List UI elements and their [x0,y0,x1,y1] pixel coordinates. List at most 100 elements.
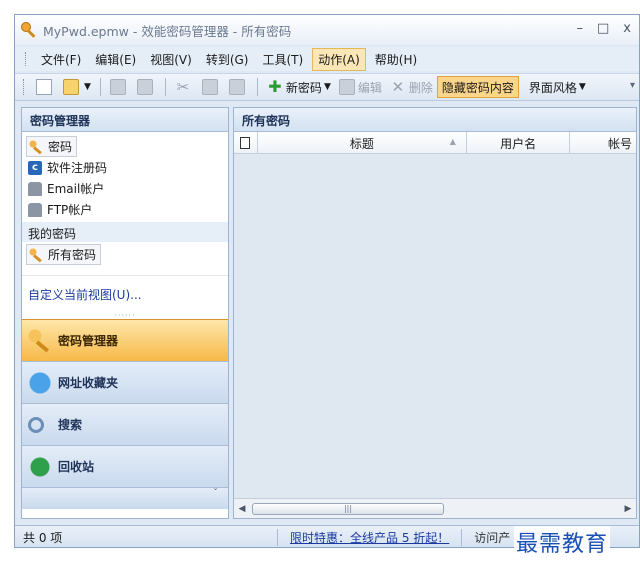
nav-list: 密码 c 软件注册码 Email帐户 FTP帐户 我的密码 所有密码 [22,132,228,269]
scroll-thumb[interactable]: ||| [252,502,444,515]
menu-file[interactable]: 文件(F) [36,49,86,70]
item-count: 共 0 项 [23,531,63,545]
scissors-icon: ✂ [176,78,190,96]
copy-icon [201,79,218,95]
nav-button-label: 密码管理器 [58,334,119,348]
nav-item-software-keys[interactable]: c 软件注册码 [26,157,224,178]
new-file-button[interactable] [32,76,59,98]
column-username-header[interactable]: 用户名 [467,132,571,154]
toolbar-overflow-icon[interactable]: ▾ [630,80,635,91]
column-account-label: 帐号 [608,136,633,151]
password-list[interactable] [234,154,636,498]
c-app-icon: c [28,160,42,175]
toolbar-separator [99,78,101,96]
visit-product-link[interactable]: 访问产 [461,529,510,546]
app-window: MyPwd.epmw - 效能密码管理器 - 所有密码 – □ x 文件(F) … [14,14,640,548]
grid-header: 标题 ▲ 用户名 帐号 [234,132,636,154]
column-account-header[interactable]: 帐号 [570,132,636,154]
key-icon [29,247,43,262]
column-username-label: 用户名 [500,136,537,151]
edit-label: 编辑 [357,80,382,95]
globe-icon [28,370,52,395]
open-file-button[interactable]: ▼ [59,76,95,98]
menu-goto[interactable]: 转到(G) [201,49,254,70]
menu-grip[interactable] [25,52,28,66]
new-doc-icon [36,79,52,95]
column-title-label: 标题 [349,136,374,151]
nav-button-label: 回收站 [58,460,95,474]
recycle-icon [28,454,52,479]
app-key-icon [21,22,37,38]
paste-button[interactable] [225,76,252,98]
search-icon [28,416,44,433]
chevron-down-icon: ▼ [323,82,331,92]
toolbar-grip[interactable] [23,79,26,95]
key-icon [28,328,52,353]
toolbar: ▼ ✂ ✚ 新密码 ▼ 编辑 ✕ 删除 隐藏密码内容 界面风格 ▼ ▾ [15,73,639,101]
document-icon [240,137,251,149]
nav-button-label: 网址收藏夹 [58,376,119,390]
content-pane-header: 所有密码 [234,108,636,132]
column-title-header[interactable]: 标题 ▲ [258,132,467,154]
nav-item-label: 所有密码 [48,248,97,262]
nav-item-email-accounts[interactable]: Email帐户 [26,178,224,199]
delete-button[interactable]: ✕ 删除 [386,76,437,98]
nav-item-passwords[interactable]: 密码 [26,136,78,157]
nav-button-bookmarks[interactable]: 网址收藏夹 [22,361,228,403]
hide-password-content-button[interactable]: 隐藏密码内容 [436,76,519,98]
nav-item-all-passwords[interactable]: 所有密码 [26,244,102,265]
cut-button[interactable]: ✂ [171,76,198,98]
menu-help[interactable]: 帮助(H) [370,49,422,70]
menu-edit[interactable]: 编辑(E) [90,49,141,70]
close-button[interactable]: x [623,21,631,36]
menu-view[interactable]: 视图(V) [145,49,197,70]
window-controls: – □ x [577,21,632,36]
new-password-label: 新密码 [285,80,322,95]
printer-icon [109,79,126,95]
nav-item-ftp-accounts[interactable]: FTP帐户 [26,199,224,220]
customize-view-link[interactable]: 自定义当前视图(U)... [22,275,228,313]
sort-ascending-icon: ▲ [449,137,456,146]
nav-overflow-button[interactable]: ˇ [22,487,228,509]
title-bar: MyPwd.epmw - 效能密码管理器 - 所有密码 – □ x [15,15,639,45]
nav-item-label: 密码 [48,140,73,154]
navigation-pane: 密码管理器 密码 c 软件注册码 Email帐户 FTP帐户 我的密码 所有密码 [21,107,229,519]
nav-button-search[interactable]: 搜索 [22,403,228,445]
minimize-button[interactable]: – [577,21,584,36]
toolbar-separator [164,78,166,96]
edit-button[interactable]: 编辑 [335,76,386,98]
key-icon [29,139,43,154]
horizontal-scrollbar[interactable]: ◀ ||| ▶ [234,498,636,518]
plus-icon: ✚ [268,77,282,96]
copy-button[interactable] [198,76,225,98]
chevron-down-icon: ▼ [84,82,91,92]
nav-section-my-passwords: 我的密码 [22,222,228,242]
print-button[interactable] [106,76,133,98]
open-folder-icon [63,79,79,95]
maximize-button[interactable]: □ [597,21,609,36]
content-pane: 所有密码 标题 ▲ 用户名 帐号 ◀ ||| ▶ [233,107,637,519]
nav-button-label: 搜索 [58,418,83,432]
nav-item-label: FTP帐户 [47,203,93,217]
nav-button-password-manager[interactable]: 密码管理器 [22,319,228,361]
ui-style-button[interactable]: 界面风格 ▼ [525,76,590,98]
new-password-button[interactable]: ✚ 新密码 ▼ [263,76,335,98]
print-preview-icon [136,79,153,95]
menu-action[interactable]: 动作(A) [312,47,366,71]
nav-item-label: Email帐户 [47,182,105,196]
promo-link[interactable]: 限时特惠：全线产品 5 折起！ [277,529,461,546]
user-icon [28,181,42,196]
chevron-down-icon: ▼ [578,82,586,92]
menu-bar: 文件(F) 编辑(E) 视图(V) 转到(G) 工具(T) 动作(A) 帮助(H… [15,47,639,71]
delete-label: 删除 [408,80,433,95]
scroll-right-icon[interactable]: ▶ [620,504,636,514]
column-icon-header[interactable] [234,132,258,154]
print-preview-button[interactable] [133,76,160,98]
nav-button-recycle-bin[interactable]: 回收站 [22,445,228,487]
delete-x-icon: ✕ [391,78,405,96]
scroll-left-icon[interactable]: ◀ [234,504,250,514]
menu-tools[interactable]: 工具(T) [257,49,308,70]
pencil-icon [338,79,355,95]
clipboard-icon [228,79,245,95]
scroll-track[interactable]: ||| [250,502,620,516]
